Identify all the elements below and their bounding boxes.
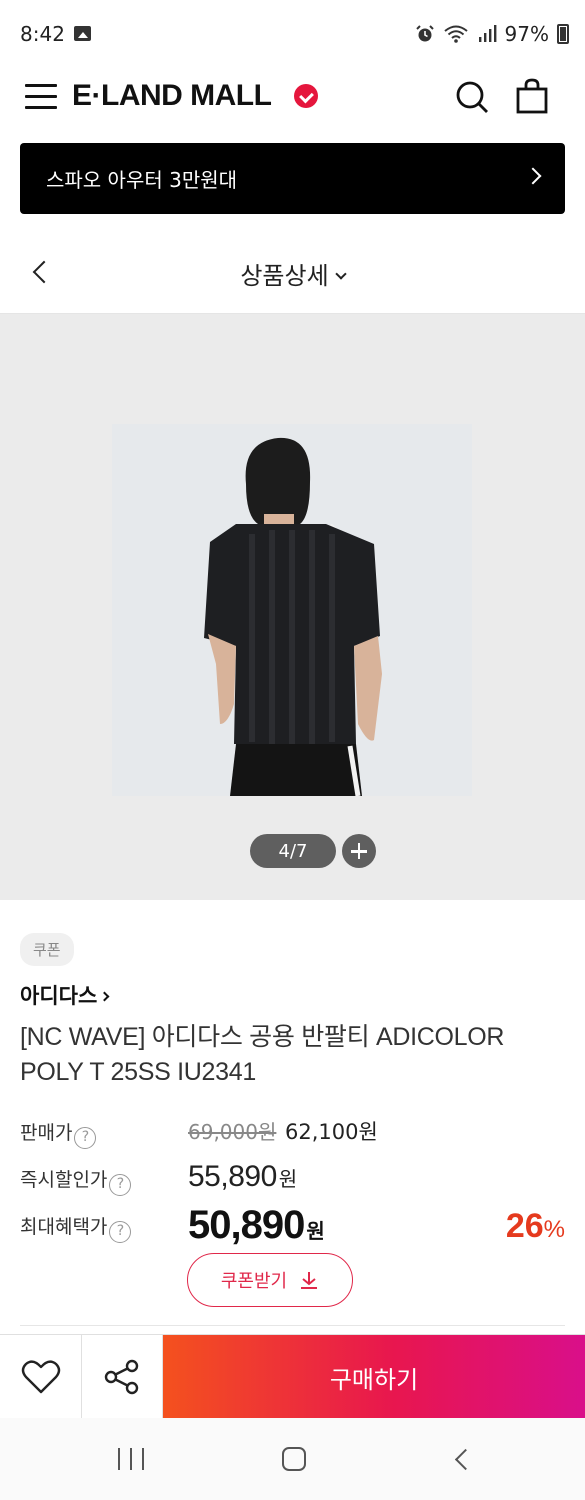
image-page-indicator: 4/7	[250, 834, 336, 868]
share-icon	[104, 1359, 139, 1395]
download-icon	[301, 1272, 318, 1289]
instant-price-value: 55,890	[188, 1160, 277, 1193]
brand-link[interactable]: 아디다스	[20, 980, 110, 1010]
brand-name: 아디다스	[20, 984, 98, 1008]
product-photo	[112, 424, 472, 796]
coupon-button-label: 쿠폰받기	[220, 1271, 288, 1292]
page-title-bar: 상품상세	[0, 230, 585, 314]
max-price-unit: 원	[306, 1221, 324, 1243]
promo-banner-text: 스파오 아우터 3만원대	[46, 168, 238, 192]
battery-icon	[557, 24, 569, 44]
search-icon[interactable]	[455, 80, 489, 114]
app-header: E·LAND MALL	[0, 68, 585, 128]
status-time: 8:42	[20, 22, 65, 46]
menu-icon[interactable]	[25, 84, 57, 110]
product-name: [NC WAVE] 아디다스 공용 반팔티 ADICOLOR POLY T 25…	[20, 1020, 540, 1090]
back-nav-icon[interactable]	[452, 1449, 472, 1469]
logo-check-icon	[294, 84, 318, 108]
signal-icon	[478, 25, 496, 42]
instant-discount-price: 55,890 원	[188, 1160, 297, 1194]
share-button[interactable]	[82, 1335, 163, 1419]
battery-percentage: 97%	[504, 22, 549, 46]
buy-button[interactable]: 구매하기	[163, 1335, 585, 1419]
help-icon[interactable]: ?	[109, 1221, 132, 1243]
page-title-dropdown[interactable]: 상품상세	[0, 256, 585, 291]
download-coupon-button[interactable]: 쿠폰받기	[187, 1253, 353, 1307]
coupon-tag: 쿠폰	[20, 933, 74, 966]
instant-price-label: 즉시할인가	[20, 1169, 108, 1191]
sale-price-label: 판매가	[20, 1122, 73, 1144]
max-price-value: 50,890	[188, 1203, 305, 1247]
gallery-icon	[74, 26, 91, 41]
instant-price-unit: 원	[278, 1169, 297, 1191]
shopping-bag-icon[interactable]	[515, 78, 549, 114]
status-icons: 97%	[415, 22, 569, 46]
sale-price: 62,100원	[285, 1120, 378, 1144]
product-name-line-1: [NC WAVE] 아디다스 공용 반팔티 ADICOLOR	[20, 1023, 505, 1051]
product-image-gallery[interactable]: 4/7	[0, 314, 585, 900]
wifi-icon	[443, 25, 468, 43]
recent-apps-icon[interactable]	[118, 1448, 144, 1470]
divider	[20, 1325, 565, 1326]
max-benefit-label: 최대혜택가	[20, 1216, 108, 1238]
logo[interactable]: E·LAND MALL	[72, 79, 272, 113]
status-bar: 8:42 97%	[0, 0, 585, 68]
help-icon[interactable]: ?	[109, 1174, 132, 1196]
discount-rate: 26%	[506, 1207, 565, 1246]
max-benefit-price: 50,890 원	[188, 1203, 325, 1248]
wishlist-button[interactable]	[0, 1335, 82, 1419]
discount-number: 26	[505, 1207, 544, 1245]
zoom-plus-button[interactable]	[342, 834, 376, 868]
discount-percent-sign: %	[543, 1216, 565, 1243]
original-price: 69,000원	[188, 1120, 277, 1144]
sale-price-label-row: 판매가?	[20, 1118, 97, 1149]
home-icon[interactable]	[282, 1447, 306, 1471]
bottom-action-bar: 구매하기	[0, 1334, 585, 1419]
system-navigation-bar	[0, 1418, 585, 1500]
product-name-line-2: POLY T 25SS IU2341	[20, 1058, 256, 1086]
help-icon[interactable]: ?	[74, 1127, 97, 1149]
chevron-right-icon	[524, 167, 542, 185]
instant-price-label-row: 즉시할인가?	[20, 1165, 132, 1196]
chevron-down-icon	[334, 268, 347, 280]
max-benefit-label-row: 최대혜택가?	[20, 1212, 132, 1243]
page-title: 상품상세	[240, 262, 329, 290]
alarm-icon	[415, 25, 434, 42]
promo-banner[interactable]: 스파오 아우터 3만원대	[20, 143, 565, 214]
heart-icon	[21, 1360, 60, 1394]
chevron-right-icon	[99, 991, 110, 1002]
